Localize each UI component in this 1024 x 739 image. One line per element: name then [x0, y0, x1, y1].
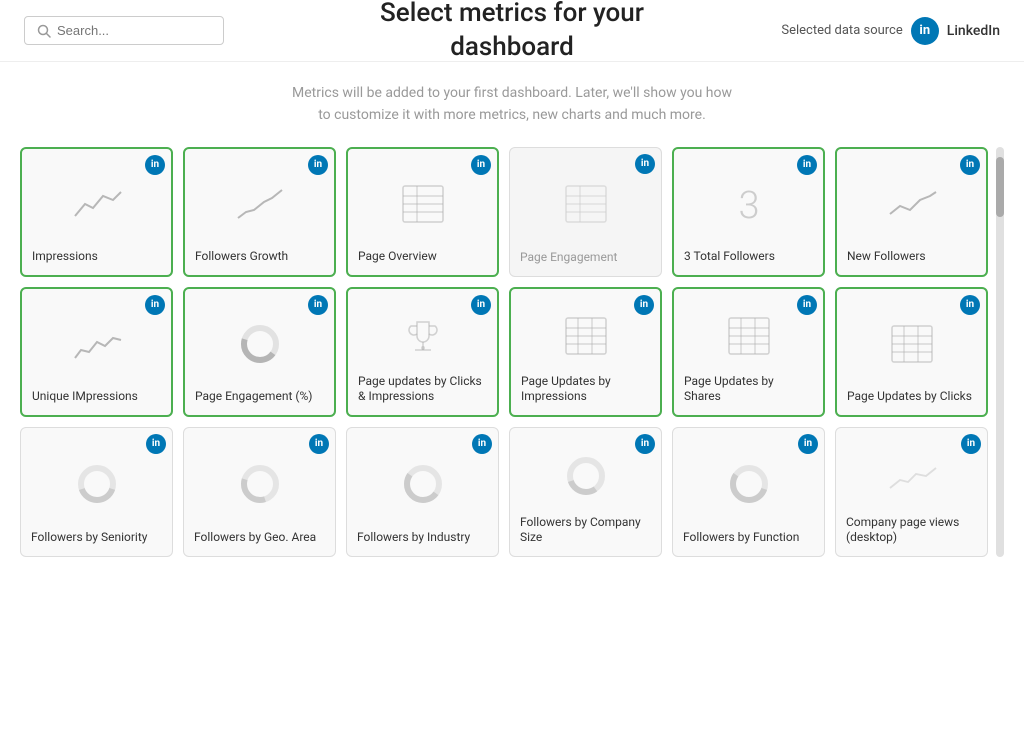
- search-icon: [37, 24, 51, 38]
- card-icon-page-overview: [358, 159, 487, 245]
- data-source-label: Selected data source: [781, 23, 902, 38]
- linkedin-badge-followers-company-size: in: [635, 434, 655, 454]
- main-content: in Impressions in Followers Growth in: [0, 137, 1024, 577]
- svg-text:3: 3: [738, 184, 759, 226]
- linkedin-badge-unique-impressions: in: [145, 295, 165, 315]
- card-icon-followers-function: [683, 438, 814, 526]
- search-input[interactable]: [57, 23, 211, 38]
- card-label-company-page-views: Company page views (desktop): [846, 515, 977, 546]
- metric-card-page-engagement[interactable]: in Page Engagement: [509, 147, 662, 277]
- card-icon-followers-seniority: [31, 438, 162, 526]
- page-title: Select metrics for your dashboard: [380, 0, 644, 64]
- metric-card-page-updates-shares[interactable]: in Page Updates by Shares: [672, 287, 825, 417]
- card-icon-page-engagement: [520, 158, 651, 246]
- card-label-followers-function: Followers by Function: [683, 530, 814, 546]
- card-label-unique-impressions: Unique IMpressions: [32, 389, 161, 405]
- card-icon-page-updates-impressions: [521, 299, 650, 370]
- card-icon-page-updates-clicks: [847, 299, 976, 385]
- scrollbar[interactable]: [996, 147, 1004, 557]
- header-center: Select metrics for your dashboard: [380, 0, 644, 64]
- card-icon-page-updates-shares: [684, 299, 813, 370]
- linkedin-badge-followers-growth: in: [308, 155, 328, 175]
- metric-card-impressions[interactable]: in Impressions: [20, 147, 173, 277]
- linkedin-name: LinkedIn: [947, 23, 1000, 39]
- card-label-page-updates-impressions: Page Updates by Impressions: [521, 374, 650, 405]
- metric-card-unique-impressions[interactable]: in Unique IMpressions: [20, 287, 173, 417]
- linkedin-badge-page-engagement: in: [635, 154, 655, 174]
- card-icon-page-engagement-pct: [195, 299, 324, 385]
- metric-card-followers-geo[interactable]: in Followers by Geo. Area: [183, 427, 336, 557]
- card-label-page-updates-clicks: Page Updates by Clicks: [847, 389, 976, 405]
- metric-card-followers-company-size[interactable]: in Followers by Company Size: [509, 427, 662, 557]
- card-label-page-engagement: Page Engagement: [520, 250, 651, 266]
- linkedin-badge-followers-seniority: in: [146, 434, 166, 454]
- metric-card-page-overview[interactable]: in Page Overview: [346, 147, 499, 277]
- card-label-followers-seniority: Followers by Seniority: [31, 530, 162, 546]
- card-icon-unique-impressions: [32, 299, 161, 385]
- card-icon-followers-industry: [357, 438, 488, 526]
- metric-card-page-engagement-pct[interactable]: in Page Engagement (%): [183, 287, 336, 417]
- header: Select metrics for your dashboard Select…: [0, 0, 1024, 62]
- header-right: Selected data source in LinkedIn: [781, 17, 1000, 45]
- linkedin-badge-impressions: in: [145, 155, 165, 175]
- card-label-followers-geo: Followers by Geo. Area: [194, 530, 325, 546]
- card-icon-page-updates-clicks-impressions: [358, 299, 487, 370]
- metrics-grid: in Impressions in Followers Growth in: [20, 147, 996, 557]
- linkedin-badge-followers-function: in: [798, 434, 818, 454]
- card-label-impressions: Impressions: [32, 249, 161, 265]
- card-label-page-overview: Page Overview: [358, 249, 487, 265]
- metric-card-followers-seniority[interactable]: in Followers by Seniority: [20, 427, 173, 557]
- metric-card-page-updates-clicks-impressions[interactable]: in Page updates by Clicks & Impressions: [346, 287, 499, 417]
- card-label-new-followers: New Followers: [847, 249, 976, 265]
- linkedin-badge-page-updates-clicks: in: [960, 295, 980, 315]
- linkedin-badge-company-page-views: in: [961, 434, 981, 454]
- linkedin-badge-page-updates-impressions: in: [634, 295, 654, 315]
- metric-card-followers-function[interactable]: in Followers by Function: [672, 427, 825, 557]
- metric-card-company-page-views[interactable]: in Company page views (desktop): [835, 427, 988, 557]
- linkedin-badge-page-updates-clicks-impressions: in: [471, 295, 491, 315]
- search-box[interactable]: [24, 16, 224, 45]
- card-icon-impressions: [32, 159, 161, 245]
- linkedin-badge-followers-industry: in: [472, 434, 492, 454]
- linkedin-badge-page-updates-shares: in: [797, 295, 817, 315]
- metric-card-followers-industry[interactable]: in Followers by Industry: [346, 427, 499, 557]
- metric-card-total-followers[interactable]: in 3 3 Total Followers: [672, 147, 825, 277]
- linkedin-badge-followers-geo: in: [309, 434, 329, 454]
- scrollbar-thumb[interactable]: [996, 157, 1004, 217]
- card-icon-followers-growth: [195, 159, 324, 245]
- linkedin-badge-page-overview: in: [471, 155, 491, 175]
- linkedin-badge-new-followers: in: [960, 155, 980, 175]
- card-icon-company-page-views: [846, 438, 977, 511]
- metric-card-page-updates-impressions[interactable]: in Page Updates by Impressions: [509, 287, 662, 417]
- card-label-followers-industry: Followers by Industry: [357, 530, 488, 546]
- linkedin-badge-page-engagement-pct: in: [308, 295, 328, 315]
- subtitle-text: Metrics will be added to your first dash…: [262, 62, 762, 137]
- metric-card-new-followers[interactable]: in New Followers: [835, 147, 988, 277]
- card-icon-followers-company-size: [520, 438, 651, 511]
- card-label-followers-growth: Followers Growth: [195, 249, 324, 265]
- card-label-followers-company-size: Followers by Company Size: [520, 515, 651, 546]
- card-icon-new-followers: [847, 159, 976, 245]
- linkedin-badge-total-followers: in: [797, 155, 817, 175]
- card-label-page-updates-clicks-impressions: Page updates by Clicks & Impressions: [358, 374, 487, 405]
- linkedin-icon: in: [911, 17, 939, 45]
- card-label-page-updates-shares: Page Updates by Shares: [684, 374, 813, 405]
- card-label-total-followers: 3 Total Followers: [684, 249, 813, 265]
- metric-card-page-updates-clicks[interactable]: in Page Updates by Clicks: [835, 287, 988, 417]
- card-icon-total-followers: 3: [684, 159, 813, 245]
- metric-card-followers-growth[interactable]: in Followers Growth: [183, 147, 336, 277]
- card-label-page-engagement-pct: Page Engagement (%): [195, 389, 324, 405]
- card-icon-followers-geo: [194, 438, 325, 526]
